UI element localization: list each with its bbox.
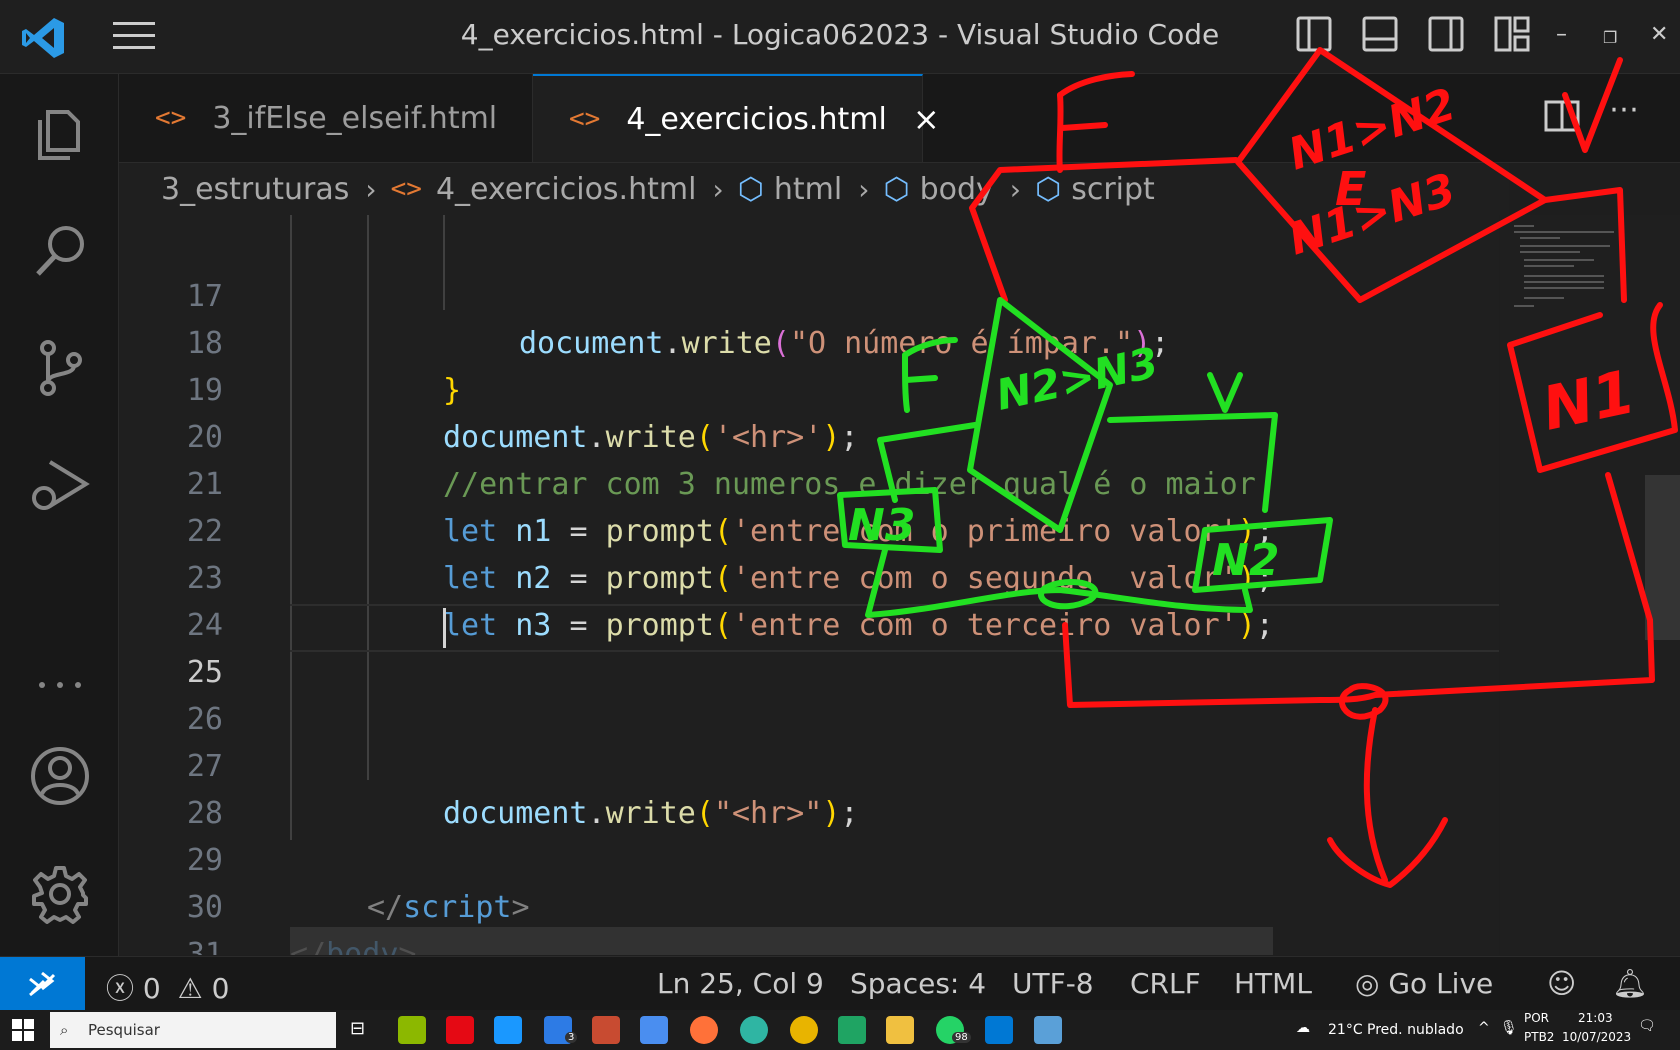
search-icon[interactable] (28, 220, 92, 284)
indentation[interactable]: Spaces: 4 (850, 967, 986, 1000)
restore-icon[interactable]: ❐ (1603, 28, 1617, 47)
clock-time[interactable]: 21:03 (1578, 1011, 1613, 1025)
code-line-20: 20 //entrar com 3 numeros e dizer qual é… (186, 420, 1256, 502)
html-file-icon: <> (569, 104, 601, 134)
store-icon[interactable] (640, 1016, 668, 1044)
code-line-22: 22 let n2 = prompt('entre com o segundo … (186, 514, 1274, 596)
code-line-17: 17 document.write("O número é ímpar."); (186, 279, 1170, 361)
tab-4-exercicios[interactable]: <> 4_exercicios.html × (533, 74, 940, 162)
remote-indicator[interactable] (0, 957, 85, 1011)
vscode-taskbar-icon[interactable] (985, 1016, 1013, 1044)
tray-chevron-icon[interactable]: ^ (1478, 1020, 1490, 1036)
breadcrumb-script[interactable]: ⬡ script (1035, 172, 1155, 207)
code-line-21: 21 let n1 = prompt('entre com o primeiro… (186, 467, 1274, 549)
line-ending[interactable]: CRLF (1130, 967, 1201, 1000)
edge-icon[interactable] (740, 1016, 768, 1044)
taskbar-search-input[interactable]: ⌕ Pesquisar (50, 1012, 336, 1048)
weather-text[interactable]: 21°C Pred. nublado (1328, 1022, 1464, 1038)
search-icon: ⌕ (60, 1021, 69, 1039)
breadcrumb-file[interactable]: <> 4_exercicios.html › (391, 172, 724, 207)
tab-3-ifelse-elseif[interactable]: <> 3_ifElse_elseif.html (119, 74, 533, 162)
code-line-26: 26 (186, 702, 223, 737)
activity-bar (0, 74, 119, 956)
symbol-element-icon: ⬡ (737, 171, 764, 207)
status-bar: ⓧ 0 ⚠ 0 Ln 25, Col 9 Spaces: 4 UTF-8 CRL… (0, 956, 1680, 1011)
toggle-panel-icon[interactable] (1361, 15, 1399, 53)
html-file-icon: <> (155, 103, 187, 133)
go-live-button[interactable]: ◎ Go Live (1355, 967, 1493, 1000)
breadcrumb-html[interactable]: ⬡ html › (738, 172, 870, 207)
firefox-icon[interactable] (690, 1016, 718, 1044)
minimize-icon[interactable]: – (1556, 22, 1567, 47)
settings-gear-icon[interactable] (28, 862, 92, 926)
more-icon[interactable] (28, 650, 92, 720)
tab-label: 3_ifElse_elseif.html (212, 100, 498, 136)
horizontal-scrollbar[interactable] (290, 927, 1273, 955)
code-line-24: 24 (186, 608, 223, 643)
prime-video-icon[interactable] (494, 1016, 522, 1044)
editor-tabs: <> 3_ifElse_elseif.html <> 4_exercicios.… (119, 74, 1680, 163)
close-window-icon[interactable]: ✕ (1650, 22, 1668, 47)
toggle-primary-sidebar-icon[interactable] (1295, 15, 1333, 53)
task-view-icon[interactable]: ⊟ (350, 1018, 365, 1039)
toggle-secondary-sidebar-icon[interactable] (1427, 15, 1465, 53)
code-line-18: 18 } (186, 326, 462, 408)
lambda-app-icon[interactable] (398, 1016, 426, 1044)
warning-icon: ⚠ (177, 972, 203, 1005)
windows-start-icon[interactable] (12, 1019, 34, 1041)
windows-taskbar: ⌕ Pesquisar ⊟ 3 98 ☁ 21°C Pred. nublado … (0, 1010, 1680, 1050)
run-and-debug-icon[interactable] (28, 454, 92, 518)
microphone-icon[interactable]: 🎙︎ (1500, 1020, 1518, 1036)
feedback-icon[interactable]: ☺ (1547, 967, 1576, 1000)
code-line-28: 28 (186, 796, 223, 831)
language-indicator[interactable]: POR (1524, 1011, 1549, 1025)
code-line-29: 29 </script> (186, 843, 530, 925)
accounts-icon[interactable] (28, 744, 92, 808)
language-mode[interactable]: HTML (1234, 967, 1312, 1000)
text-cursor (443, 608, 446, 648)
vertical-scrollbar[interactable] (1645, 475, 1680, 640)
weather-icon: ☁ (1296, 1020, 1310, 1036)
code-editor[interactable]: 17 document.write("O número é ímpar."); … (119, 215, 1499, 955)
html-file-icon: <> (390, 174, 422, 204)
breadcrumb-body[interactable]: ⬡ body › (883, 172, 1021, 207)
code-line-23: 23 let n3 = prompt('entre com o terceiro… (186, 561, 1274, 643)
notifications-bell-icon[interactable]: 🔔︎ (1612, 967, 1648, 1000)
app-icon[interactable] (592, 1016, 620, 1044)
code-line-27: 27 document.write("<hr>"); (186, 749, 859, 831)
broadcast-icon: ◎ (1355, 967, 1380, 1000)
problems-indicator[interactable]: ⓧ 0 ⚠ 0 (106, 967, 230, 1007)
breadcrumb: 3_estruturas › <> 4_exercicios.html › ⬡ html… (119, 163, 1509, 215)
mail-badge: 3 (565, 1032, 578, 1043)
clock-date[interactable]: 10/07/2023 (1562, 1030, 1631, 1044)
whatsapp-badge: 98 (952, 1032, 971, 1043)
cursor-position[interactable]: Ln 25, Col 9 (657, 967, 824, 1000)
remote-icon (29, 971, 56, 997)
notification-center-icon[interactable]: 🗨︎ (1638, 1018, 1656, 1034)
error-icon: ⓧ (106, 972, 135, 1005)
app-icon[interactable] (838, 1016, 866, 1044)
encoding[interactable]: UTF-8 (1012, 967, 1094, 1000)
code-line-19: 19 document.write('<hr>'); (186, 373, 859, 455)
tab-label: 4_exercicios.html (626, 101, 887, 137)
title-bar: 4_exercicios.html - Logica062023 - Visua… (0, 0, 1680, 74)
app-icon[interactable] (1034, 1016, 1062, 1044)
keyboard-layout[interactable]: PTB2 (1524, 1030, 1554, 1044)
explorer-icon[interactable] (28, 100, 92, 164)
file-explorer-icon[interactable] (886, 1016, 914, 1044)
symbol-element-icon: ⬡ (1035, 171, 1062, 207)
code-line-25: 25 (186, 655, 223, 690)
symbol-element-icon: ⬡ (883, 171, 910, 207)
source-control-icon[interactable] (28, 336, 92, 400)
code-line-30: 30 </body> (186, 890, 417, 955)
netflix-icon[interactable] (446, 1016, 474, 1044)
breadcrumb-folder[interactable]: 3_estruturas › (161, 172, 377, 207)
customize-layout-icon[interactable] (1493, 15, 1531, 53)
code-line-31: 31 </html> (186, 937, 223, 955)
chrome-icon[interactable] (790, 1016, 818, 1044)
more-actions-icon[interactable]: ⋯ (1609, 92, 1639, 127)
split-editor-icon[interactable] (1543, 96, 1583, 136)
close-tab-icon[interactable]: × (913, 100, 940, 138)
